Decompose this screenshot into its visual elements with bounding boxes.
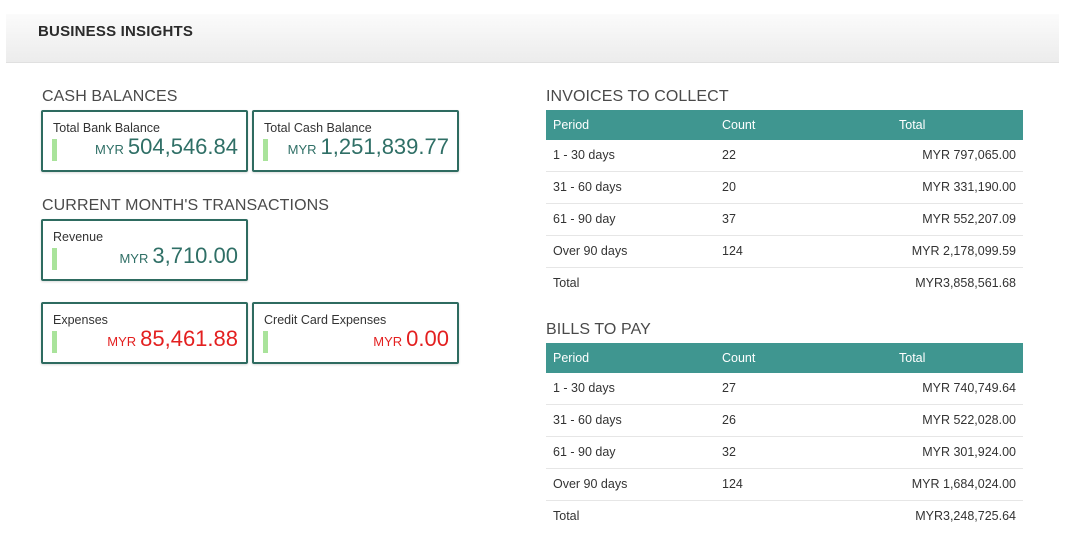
cell-count: 22 (722, 148, 736, 162)
card-value: MYR 85,461.88 (107, 326, 238, 352)
total-bank-balance-card[interactable]: Total Bank Balance MYR 504,546.84 (41, 110, 248, 172)
column-header-count[interactable]: Count (722, 110, 755, 140)
bills-title: BILLS TO PAY (546, 321, 651, 338)
currency-code: MYR (119, 251, 149, 266)
column-header-count[interactable]: Count (722, 343, 755, 373)
table-row[interactable]: 31 - 60 days 26 MYR 522,028.00 (546, 405, 1023, 437)
cell-period: Over 90 days (553, 477, 628, 491)
cell-total: MYR 740,749.64 (922, 381, 1016, 395)
cell-count: 26 (722, 413, 736, 427)
column-header-period[interactable]: Period (553, 343, 589, 373)
cell-count: 37 (722, 212, 736, 226)
table-row[interactable]: 1 - 30 days 22 MYR 797,065.00 (546, 140, 1023, 172)
column-header-total[interactable]: Total (899, 110, 925, 140)
cell-count: 124 (722, 477, 743, 491)
card-value: MYR 1,251,839.77 (288, 134, 449, 160)
amount: 85,461.88 (140, 326, 238, 351)
indicator-bar (52, 139, 57, 161)
cell-period: 1 - 30 days (553, 381, 615, 395)
cell-total: MYR 331,190.00 (922, 180, 1016, 194)
card-value: MYR 504,546.84 (95, 134, 238, 160)
card-label: Expenses (53, 313, 108, 327)
amount: 504,546.84 (127, 134, 238, 159)
cell-count: 124 (722, 244, 743, 258)
cell-period: Total (553, 276, 580, 290)
cell-total: MYR 797,065.00 (922, 148, 1016, 162)
table-row[interactable]: 1 - 30 days 27 MYR 740,749.64 (546, 373, 1023, 405)
cell-total: MYR 522,028.00 (922, 413, 1016, 427)
invoices-table: Period Count Total 1 - 30 days 22 MYR 79… (546, 110, 1023, 299)
cell-period: 61 - 90 day (553, 212, 616, 226)
table-total-row: Total MYR3,248,725.64 (546, 501, 1023, 532)
table-header: Period Count Total (546, 110, 1023, 140)
column-header-period[interactable]: Period (553, 110, 589, 140)
currency-code: MYR (95, 142, 124, 157)
total-cash-balance-card[interactable]: Total Cash Balance MYR 1,251,839.77 (252, 110, 459, 172)
revenue-card[interactable]: Revenue MYR 3,710.00 (41, 219, 248, 281)
cell-total: MYR 301,924.00 (922, 445, 1016, 459)
amount: 0.00 (406, 326, 449, 351)
cell-total: MYR 1,684,024.00 (911, 477, 1016, 491)
expenses-card[interactable]: Expenses MYR 85,461.88 (41, 302, 248, 364)
card-label: Total Bank Balance (53, 121, 161, 135)
cell-period: 61 - 90 day (553, 445, 616, 459)
table-row[interactable]: 61 - 90 day 32 MYR 301,924.00 (546, 437, 1023, 469)
currency-code: MYR (373, 334, 403, 349)
invoices-title: INVOICES TO COLLECT (546, 88, 729, 105)
cell-period: Total (553, 509, 580, 523)
currency-code: MYR (107, 334, 137, 349)
cell-total: MYR 2,178,099.59 (911, 244, 1016, 258)
card-label: Total Cash Balance (264, 121, 372, 135)
cell-count: 20 (722, 180, 736, 194)
indicator-bar (52, 331, 57, 353)
bills-table: Period Count Total 1 - 30 days 27 MYR 74… (546, 343, 1023, 532)
indicator-bar (52, 248, 57, 270)
card-value: MYR 3,710.00 (119, 243, 238, 269)
card-value: MYR 0.00 (373, 326, 449, 352)
table-row[interactable]: 31 - 60 days 20 MYR 331,190.00 (546, 172, 1023, 204)
table-row[interactable]: 61 - 90 day 37 MYR 552,207.09 (546, 204, 1023, 236)
currency-code: MYR (287, 142, 317, 157)
amount: 1,251,839.77 (320, 134, 449, 159)
card-label: Credit Card Expenses (264, 313, 387, 327)
cell-period: 31 - 60 days (553, 413, 622, 427)
indicator-bar (263, 139, 268, 161)
page-header: BUSINESS INSIGHTS (6, 14, 1059, 63)
transactions-title: CURRENT MONTH'S TRANSACTIONS (42, 197, 330, 214)
cell-period: Over 90 days (553, 244, 628, 258)
table-total-row: Total MYR3,858,561.68 (546, 268, 1023, 299)
column-header-total[interactable]: Total (899, 343, 925, 373)
amount: 3,710.00 (152, 243, 238, 268)
indicator-bar (263, 331, 268, 353)
table-row[interactable]: Over 90 days 124 MYR 1,684,024.00 (546, 469, 1023, 501)
credit-card-expenses-card[interactable]: Credit Card Expenses MYR 0.00 (252, 302, 459, 364)
table-row[interactable]: Over 90 days 124 MYR 2,178,099.59 (546, 236, 1023, 268)
table-header: Period Count Total (546, 343, 1023, 373)
cash-balances-title: CASH BALANCES (42, 88, 178, 105)
page-title: BUSINESS INSIGHTS (38, 23, 194, 40)
cell-count: 27 (722, 381, 736, 395)
cell-total: MYR3,858,561.68 (915, 276, 1016, 290)
cell-count: 32 (722, 445, 736, 459)
cell-total: MYR 552,207.09 (922, 212, 1016, 226)
card-label: Revenue (53, 230, 104, 244)
cell-period: 1 - 30 days (553, 148, 615, 162)
cell-total: MYR3,248,725.64 (915, 509, 1016, 523)
cell-period: 31 - 60 days (553, 180, 622, 194)
